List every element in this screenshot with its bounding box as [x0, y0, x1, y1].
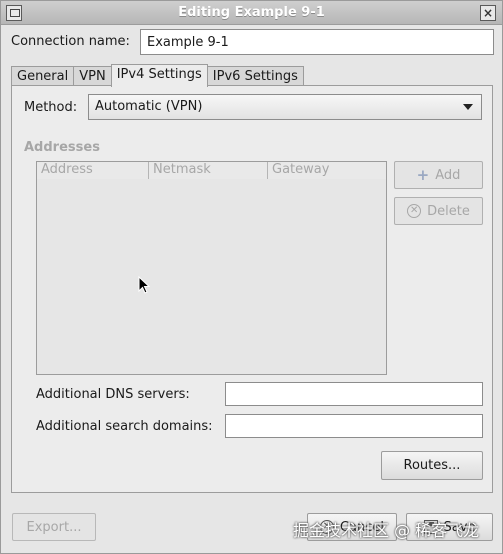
plus-icon: +: [416, 166, 430, 184]
window-title: Editing Example 9-1: [178, 5, 325, 20]
tab-vpn[interactable]: VPN: [73, 66, 112, 87]
dns-servers-label: Additional DNS servers:: [36, 387, 190, 402]
column-header-gateway[interactable]: Gateway: [268, 162, 386, 179]
tab-general[interactable]: General: [11, 66, 75, 87]
watermark-text: 掘金技术社区 @ 稀客飞龙: [293, 521, 480, 540]
export-button[interactable]: Export...: [12, 513, 96, 541]
search-domains-input[interactable]: [225, 414, 483, 438]
tab-ipv6-settings[interactable]: IPv6 Settings: [206, 66, 304, 87]
addresses-table[interactable]: Address Netmask Gateway: [36, 161, 387, 375]
addresses-table-header: Address Netmask Gateway: [37, 162, 386, 179]
addresses-heading: Addresses: [24, 140, 100, 155]
routes-button[interactable]: Routes...: [381, 451, 483, 480]
method-select[interactable]: Automatic (VPN): [88, 94, 482, 120]
connection-name-input[interactable]: [140, 29, 494, 55]
delete-icon: ✕: [407, 204, 422, 218]
dropdown-arrow-icon: [463, 104, 473, 110]
column-header-address[interactable]: Address: [37, 162, 149, 179]
add-address-button[interactable]: + Add: [394, 161, 483, 189]
method-label: Method:: [24, 100, 78, 115]
dns-servers-input[interactable]: [225, 382, 483, 406]
tab-ipv4-settings[interactable]: IPv4 Settings: [110, 64, 208, 87]
add-button-label: Add: [435, 167, 461, 183]
close-icon[interactable]: ×: [480, 5, 496, 21]
connection-name-label: Connection name:: [11, 34, 130, 49]
delete-address-button[interactable]: ✕ Delete: [394, 197, 483, 225]
method-selected-value: Automatic (VPN): [95, 99, 203, 114]
search-domains-label: Additional search domains:: [36, 419, 213, 434]
mouse-pointer-icon: [138, 276, 151, 294]
title-bar: Editing Example 9-1 ×: [1, 1, 502, 25]
edit-connection-dialog: Editing Example 9-1 × Connection name: G…: [0, 0, 503, 554]
column-header-netmask[interactable]: Netmask: [149, 162, 268, 179]
ipv4-settings-panel: Method: Automatic (VPN) Addresses Addres…: [11, 85, 493, 493]
tab-bar: General VPN IPv4 Settings IPv6 Settings: [11, 64, 304, 87]
delete-button-label: Delete: [427, 203, 470, 219]
